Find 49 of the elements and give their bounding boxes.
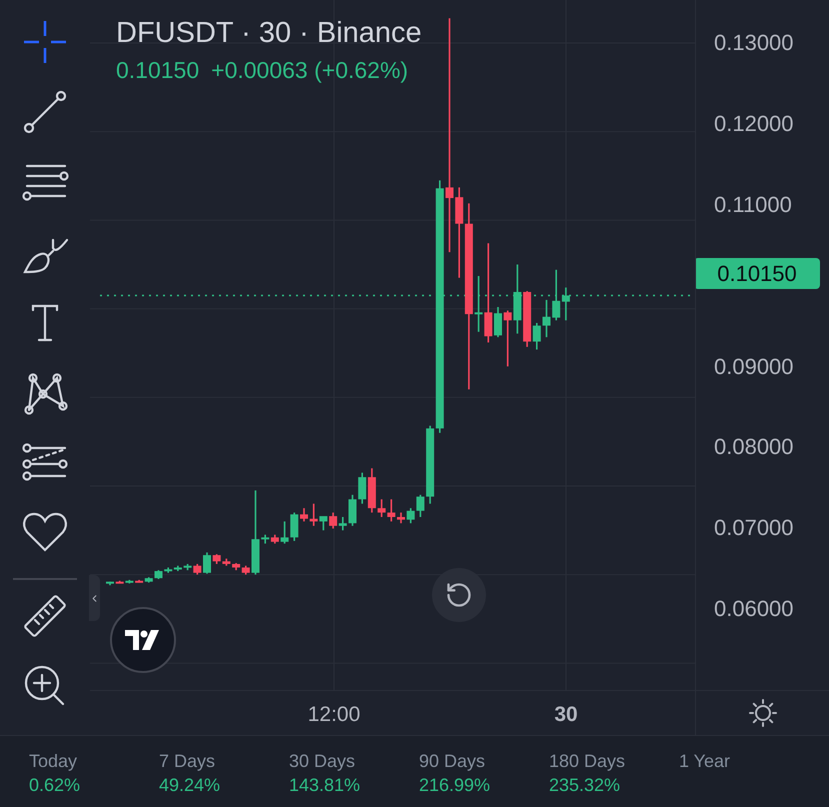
candle (513, 264, 522, 334)
period-change: 235.32% (549, 774, 622, 796)
period-label: 7 Days (159, 750, 216, 772)
time-label: 12:00 (308, 702, 360, 728)
candle (494, 307, 502, 338)
period-change: 143.81% (289, 774, 362, 796)
candle (154, 570, 162, 580)
period-change: 49.24% (159, 774, 222, 796)
price-label: 0.13000 (714, 29, 794, 57)
candle (368, 468, 376, 513)
candle (280, 521, 289, 544)
period-change: 0.62% (29, 774, 82, 796)
current-price-badge: 0.10150 (696, 258, 820, 289)
candle (542, 300, 550, 338)
logo-icon (125, 630, 161, 650)
settings-icon (748, 698, 778, 728)
candle (387, 499, 396, 522)
period-change: 216.99% (419, 774, 492, 796)
price-label: 0.08000 (714, 433, 794, 462)
reset-icon (445, 581, 473, 609)
candle (106, 582, 114, 586)
time-label: 30 (554, 702, 578, 728)
candle (242, 566, 250, 575)
price-change: +0.00063 (+0.62%) (211, 56, 408, 84)
candle (203, 552, 211, 574)
candle (378, 499, 386, 517)
price-label: 0.07000 (714, 514, 794, 542)
period-label: 180 Days (549, 750, 626, 772)
candle (290, 512, 298, 541)
candle (338, 517, 347, 530)
price-label: 0.12000 (714, 110, 794, 138)
period-label: Today (29, 750, 78, 772)
price-label: 0.09000 (714, 352, 794, 380)
candle (270, 534, 279, 544)
period-label: 90 Days (419, 750, 486, 772)
candle (397, 512, 405, 524)
candle (329, 512, 338, 529)
candle (300, 508, 308, 522)
candle (358, 472, 366, 504)
last-price: 0.10150 (116, 56, 200, 84)
candle (504, 310, 512, 366)
candle (261, 534, 270, 544)
price-label: 0.11000 (714, 190, 792, 219)
price-label: 0.06000 (714, 595, 794, 624)
symbol-title: DFUSDT · 30 · Binance (116, 16, 422, 50)
period-label: 30 Days (289, 750, 356, 772)
candle (348, 494, 356, 526)
candle (212, 554, 221, 564)
period-label: 1 Year (679, 750, 732, 772)
